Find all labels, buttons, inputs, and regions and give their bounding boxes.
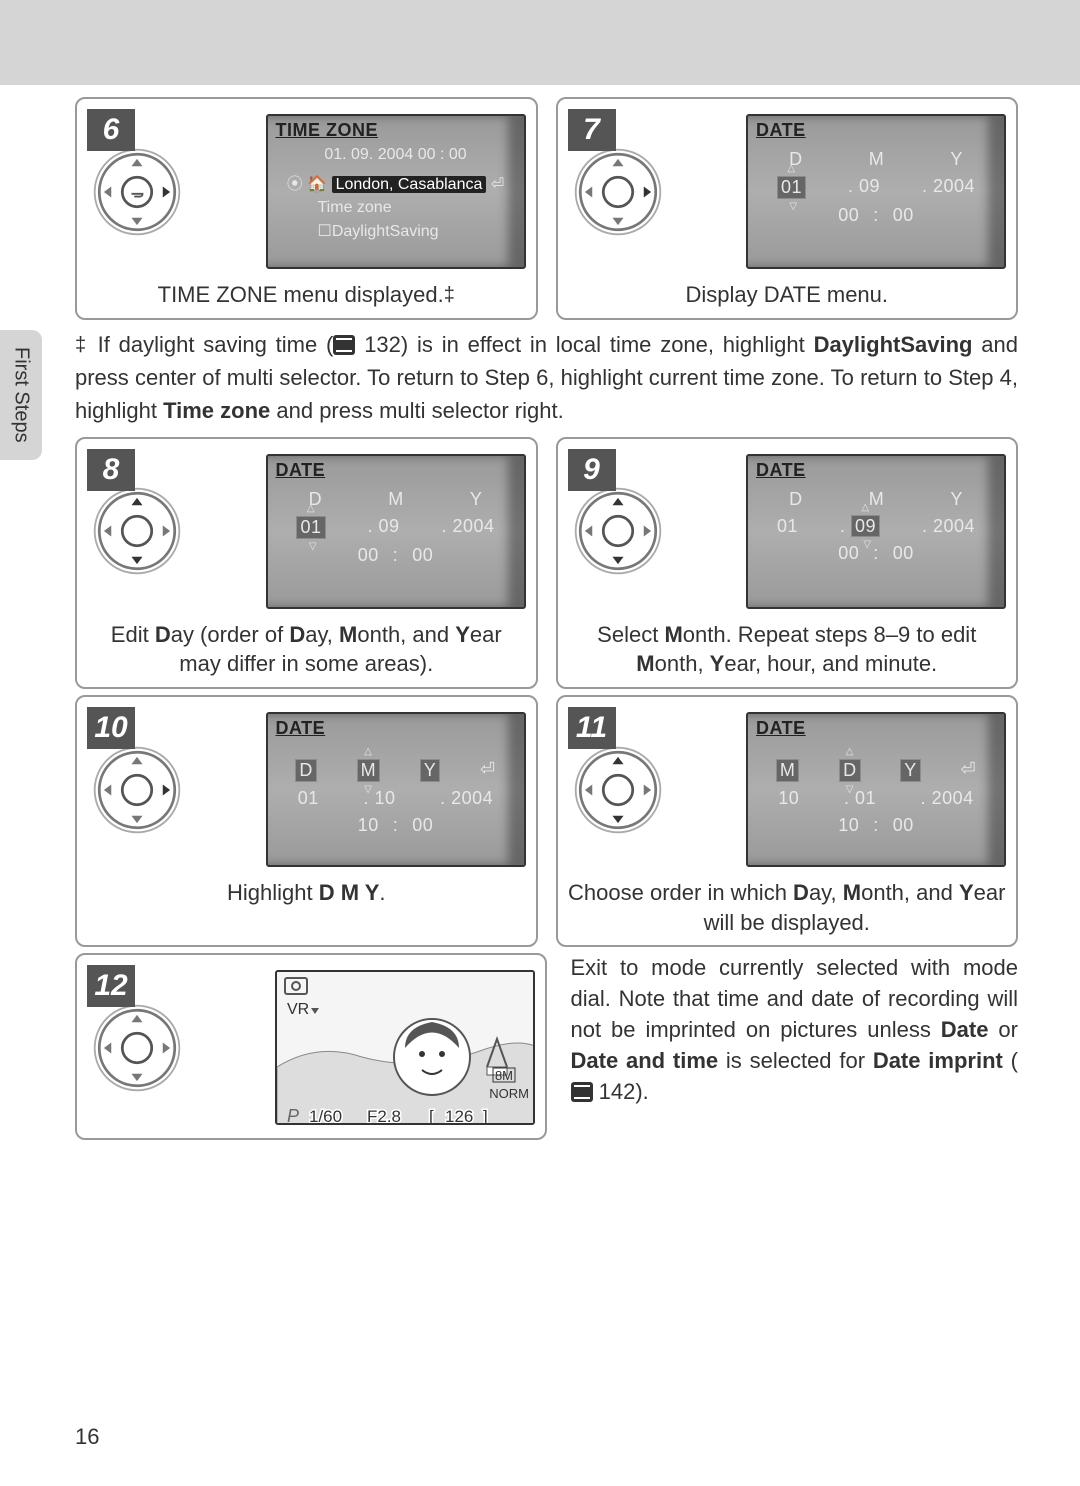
f-text: F2.8 [367, 1107, 401, 1125]
tz-item: Time zone [276, 197, 516, 219]
caption: Edit Day (order of Day, Month, and Year … [87, 620, 526, 679]
step-11: 11 DATE MDY⏎ 10. 01. 2004 10:00 Choose o… [556, 695, 1019, 947]
lcd-title: TIME ZONE [276, 120, 379, 141]
dpad-icon [91, 744, 183, 836]
step-8: 8 DATE DMY 01. 09. 2004 00:00 Edit Day (… [75, 437, 538, 689]
header-band [0, 0, 1080, 85]
p-text: P [287, 1106, 299, 1125]
daylight-note: ‡ If daylight saving time ( 132) is in e… [75, 328, 1018, 427]
step-7: 7 DATE DMY 01. 09. 2004 00:00 Display DA… [556, 97, 1019, 320]
tz-daylight: ☐DaylightSaving [276, 219, 516, 243]
caption: Select Month. Repeat steps 8–9 to edit M… [568, 620, 1007, 679]
step-9: 9 DATE DMY 01. 09. 2004 00:00 Select Mon… [556, 437, 1019, 689]
size-text: 8M [494, 1068, 512, 1083]
lcd-screen: DATE MDY⏎ 10. 01. 2004 10:00 [746, 712, 1006, 867]
lcd-screen: DATE DMY 01. 09. 2004 00:00 [266, 454, 526, 609]
svg-text:]: ] [483, 1107, 488, 1125]
dpad-icon [572, 485, 664, 577]
step-6: 6 TIME ZONE 01. 09. 2004 00 : 00 ⦿ 🏠 Lon… [75, 97, 538, 320]
lcd-screen: TIME ZONE 01. 09. 2004 00 : 00 ⦿ 🏠 Londo… [266, 114, 526, 269]
lcd-screen: DATE DMY⏎ 01. 10. 2004 10:00 [266, 712, 526, 867]
manual-ref-icon [571, 1082, 593, 1102]
caption: TIME ZONE menu displayed.‡ [87, 280, 526, 310]
tz-datetime: 01. 09. 2004 00 : 00 [276, 143, 516, 167]
lcd-screen: DATE DMY 01. 09. 2004 00:00 [746, 114, 1006, 269]
step-number: 9 [568, 449, 616, 491]
vr-text: VR [287, 1001, 309, 1018]
step-number: 12 [87, 965, 135, 1007]
svg-text:[: [ [429, 1107, 434, 1125]
dpad-icon [572, 744, 664, 836]
dpad-icon [91, 146, 183, 238]
sidebar-tab: First Steps [0, 330, 42, 460]
lcd-screen: DATE DMY 01. 09. 2004 00:00 [746, 454, 1006, 609]
norm-text: NORM [489, 1086, 529, 1101]
step-number: 10 [87, 707, 135, 749]
step-12: 12 [75, 953, 547, 1140]
page-number: 16 [75, 1424, 99, 1450]
exit-text: Exit to mode currently selected with mod… [565, 953, 1019, 1107]
lcd-title: DATE [756, 120, 806, 141]
step-number: 11 [568, 707, 616, 749]
caption: Display DATE menu. [568, 280, 1007, 310]
caption: Choose order in which Day, Month, and Ye… [568, 878, 1007, 937]
dpad-icon [572, 146, 664, 238]
count-text: 126 [445, 1107, 473, 1125]
caption: Highlight D M Y. [87, 878, 526, 908]
shutter-text: 1/60 [309, 1107, 342, 1125]
sidebar-label: First Steps [10, 347, 33, 443]
manual-ref-icon [333, 335, 355, 355]
dpad-icon [91, 1002, 183, 1094]
dpad-icon [91, 485, 183, 577]
preview-screen: VR 8M NORM P 1/60 F2.8 [ 126 ] [275, 970, 535, 1125]
step-10: 10 DATE DMY⏎ 01. 10. 2004 10:00 Highligh… [75, 695, 538, 947]
step-number: 6 [87, 109, 135, 151]
step-number: 8 [87, 449, 135, 491]
tz-location: ⦿ 🏠 London, Casablanca ⏎ [276, 167, 516, 197]
step-number: 7 [568, 109, 616, 151]
